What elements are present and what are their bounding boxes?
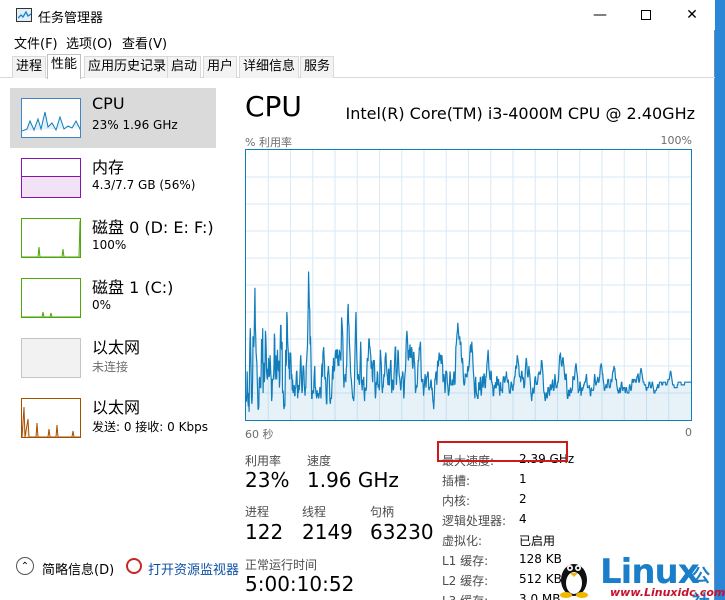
tab-users[interactable]: 用户 (203, 56, 238, 78)
tab-strip: 进程 性能 应用历史记录 启动 用户 详细信息 服务 (0, 54, 715, 79)
sockets-label: 插槽: (442, 474, 471, 488)
sidebar-title-disk1: 磁盘 1 (C:) (92, 278, 174, 297)
cpu-thumbnail-graph (21, 98, 81, 138)
window-title: 任务管理器 (38, 11, 104, 26)
handles-value: 63230 (370, 520, 434, 544)
sidebar-sub-cpu: 23% 1.96 GHz (92, 118, 178, 132)
sidebar-sub-disk1: 0% (92, 298, 112, 312)
virtualization-highlight-box (437, 441, 568, 462)
threads-value: 2149 (302, 520, 353, 544)
sockets-value: 1 (519, 472, 527, 486)
menu-file[interactable]: 文件(F) (14, 33, 58, 52)
tab-app-history[interactable]: 应用历史记录 (84, 56, 171, 78)
disk1-thumbnail-graph (21, 278, 81, 318)
threads-label: 线程 (302, 505, 327, 519)
close-icon: ✕ (686, 7, 698, 23)
sidebar-title-cpu: CPU (92, 94, 125, 113)
sidebar-item-memory[interactable]: 内存 4.3/7.7 GB (56%) (10, 148, 216, 208)
sidebar-item-ethernet-2[interactable]: 以太网 发送: 0 接收: 0 Kbps (10, 388, 216, 448)
cpu-utilization-graph (245, 149, 692, 421)
processes-value: 122 (245, 520, 284, 544)
task-manager-window: 任务管理器 — ✕ 文件(F) 选项(O) 查看(V) 进程 性能 应用历史记录… (0, 0, 715, 600)
graph-y-max-label: 100% (660, 134, 692, 147)
speed-label: 速度 (307, 454, 332, 468)
virtualization-label: 虚拟化: (442, 534, 483, 548)
graph-x-left-label: 60 秒 (245, 428, 274, 441)
utilization-label: 利用率 (245, 454, 282, 468)
memory-thumbnail-graph (21, 158, 81, 198)
tab-processes[interactable]: 进程 (12, 56, 47, 78)
minimize-button[interactable]: — (577, 0, 623, 30)
tab-performance[interactable]: 性能 (47, 54, 82, 79)
ethernet1-thumbnail-graph (21, 338, 81, 378)
open-resource-monitor-link[interactable]: 打开资源监视器 (148, 559, 239, 578)
sidebar-title-memory: 内存 (92, 158, 125, 177)
disk0-thumbnail-graph (21, 218, 81, 258)
sidebar-sub-memory: 4.3/7.7 GB (56%) (92, 178, 196, 192)
ethernet2-thumbnail-graph (21, 398, 81, 438)
virtualization-value: 已启用 (519, 534, 556, 548)
title-bar[interactable]: 任务管理器 — ✕ (0, 0, 715, 30)
cpu-model-name: Intel(R) Core(TM) i3-4000M CPU @ 2.40GHz (345, 104, 695, 123)
maximize-icon (641, 10, 651, 20)
logical-processors-label: 逻辑处理器: (442, 514, 507, 528)
cores-value: 2 (519, 492, 527, 506)
graph-y-label: % 利用率 (245, 136, 292, 149)
logical-processors-value: 4 (519, 512, 527, 526)
task-manager-icon (16, 8, 32, 22)
resource-monitor-icon (126, 558, 142, 574)
sidebar-sub-disk0: 100% (92, 238, 127, 252)
sidebar-sub-ethernet-2: 发送: 0 接收: 0 Kbps (92, 420, 208, 434)
sidebar-title-disk0: 磁盘 0 (D: E: F:) (92, 218, 214, 237)
utilization-value: 23% (245, 468, 290, 492)
l3-cache-label: L3 缓存: (442, 592, 488, 600)
cpu-detail-panel: CPU Intel(R) Core(TM) i3-4000M CPU @ 2.4… (245, 86, 695, 600)
sidebar-title-ethernet-2: 以太网 (92, 398, 141, 417)
resource-sidebar: CPU 23% 1.96 GHz 内存 4.3/7.7 GB (56%) 磁盘 … (10, 86, 218, 546)
tab-services[interactable]: 服务 (300, 56, 335, 78)
close-button[interactable]: ✕ (669, 0, 715, 30)
tab-startup[interactable]: 启动 (167, 56, 202, 78)
sidebar-item-cpu[interactable]: CPU 23% 1.96 GHz (10, 88, 216, 148)
menu-options[interactable]: 选项(O) (66, 33, 112, 52)
sidebar-item-disk1[interactable]: 磁盘 1 (C:) 0% (10, 268, 216, 328)
sidebar-sub-ethernet-1: 未连接 (92, 360, 129, 374)
handles-label: 句柄 (370, 505, 395, 519)
menu-view[interactable]: 查看(V) (122, 33, 167, 52)
cpu-heading: CPU (245, 90, 302, 123)
site-watermark: Linux 公社 www.Linuxidc.com (548, 552, 725, 600)
speed-value: 1.96 GHz (307, 468, 399, 492)
tab-details[interactable]: 详细信息 (239, 56, 300, 78)
cores-label: 内核: (442, 494, 471, 508)
maximize-button[interactable] (623, 0, 669, 30)
sidebar-item-ethernet-1[interactable]: 以太网 未连接 (10, 328, 216, 388)
graph-x-right-label: 0 (685, 426, 692, 439)
chevron-up-icon[interactable]: ⌃ (16, 557, 34, 575)
minimize-icon: — (593, 7, 607, 23)
processes-label: 进程 (245, 505, 270, 519)
watermark-url: www.Linuxidc.com (610, 586, 725, 599)
sidebar-item-disk0[interactable]: 磁盘 0 (D: E: F:) 100% (10, 208, 216, 268)
menu-bar: 文件(F) 选项(O) 查看(V) (0, 30, 715, 52)
sidebar-title-ethernet-1: 以太网 (92, 338, 141, 357)
cpu-utilization-chart (245, 150, 691, 420)
fewer-details-link[interactable]: 简略信息(D) (42, 559, 114, 578)
tux-penguin-icon (560, 564, 588, 598)
